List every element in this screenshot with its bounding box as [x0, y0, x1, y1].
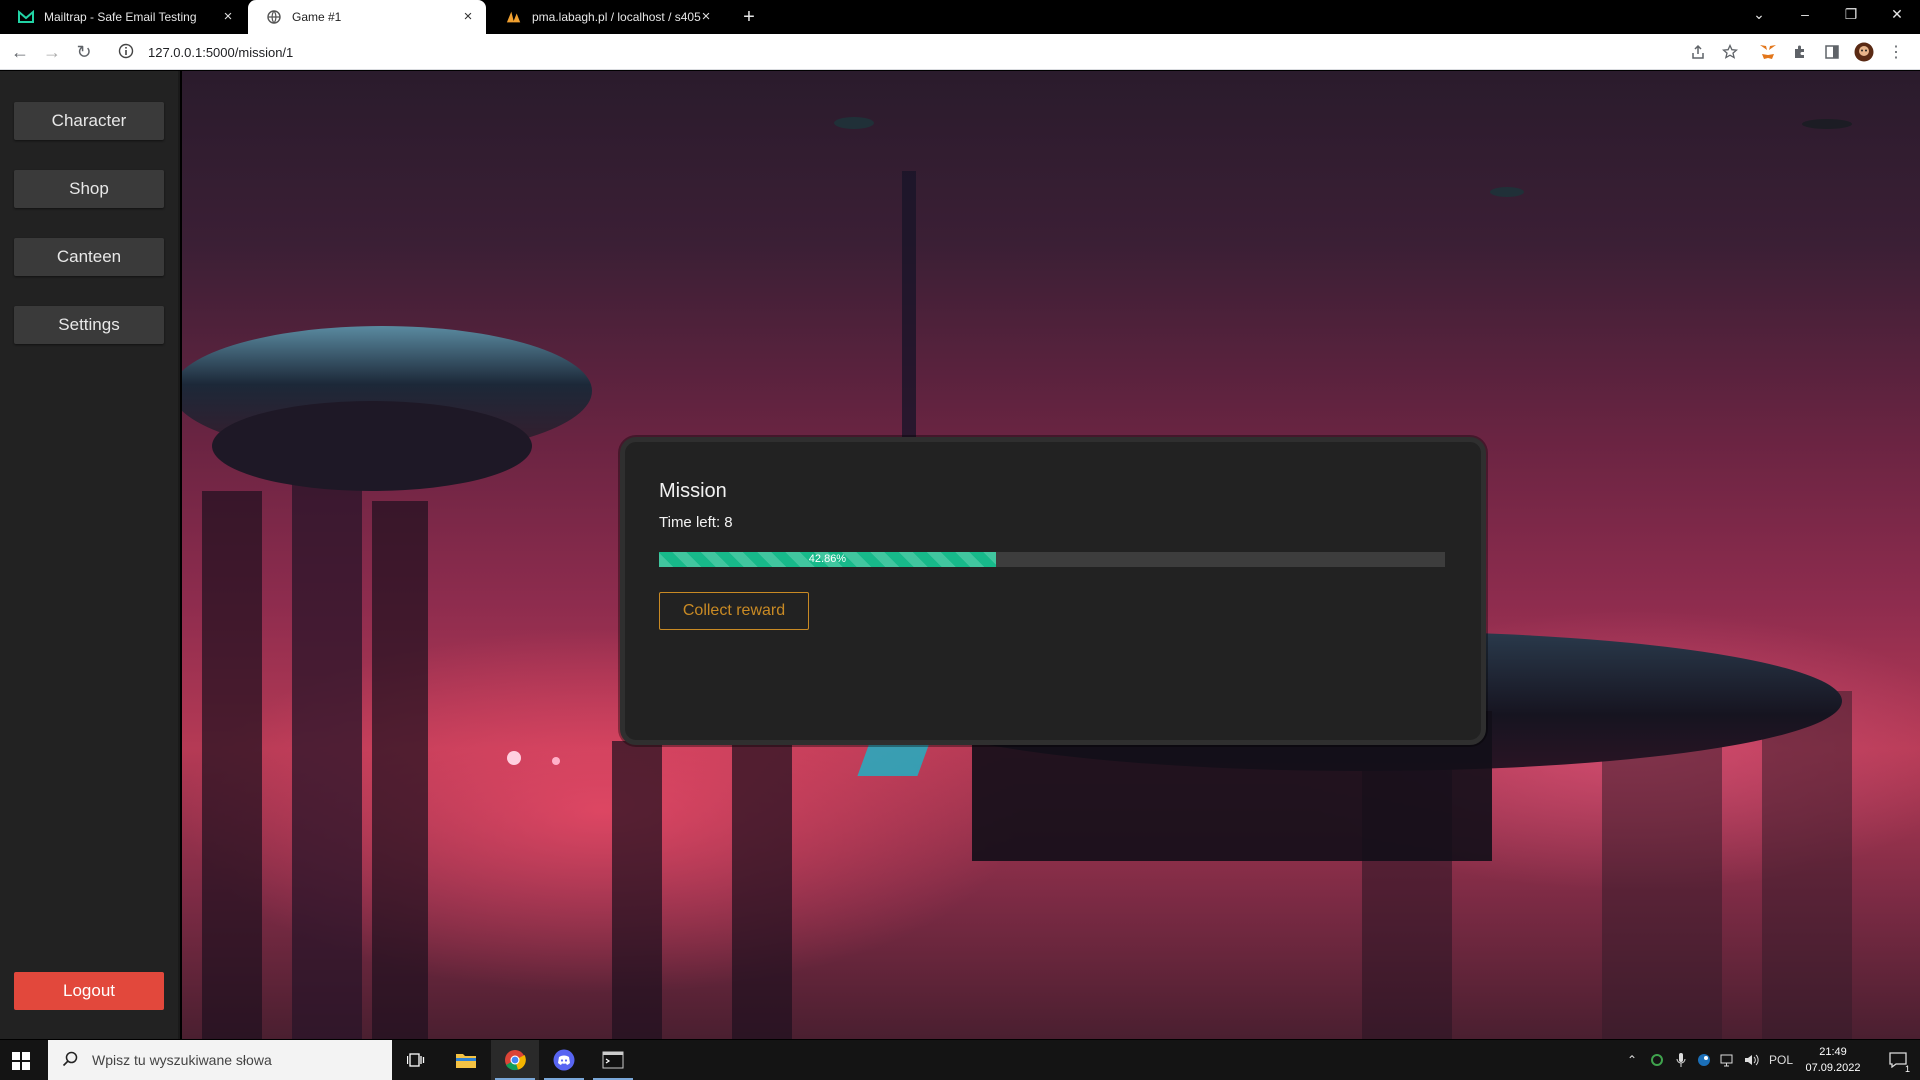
taskbar-clock[interactable]: 21:49 07.09.2022 [1790, 1044, 1876, 1076]
tab-title: Game #1 [292, 10, 342, 24]
tab-phpmyadmin[interactable]: pma.labagh.pl / localhost / s405 × [488, 0, 724, 34]
notification-count: 1 [1904, 1064, 1910, 1074]
back-icon[interactable]: ← [8, 40, 32, 64]
progress-percent-text: 42.86% [808, 553, 847, 565]
chevron-up-icon[interactable]: ⌃ [1620, 1040, 1644, 1080]
close-icon[interactable]: × [698, 9, 714, 25]
notifications-icon[interactable]: 1 [1878, 1040, 1918, 1080]
network-icon[interactable] [1716, 1040, 1740, 1080]
browser-tab-strip: Mailtrap - Safe Email Testing × Game #1 … [0, 0, 1920, 34]
side-panel-icon[interactable] [1822, 42, 1842, 62]
sidebar-item-settings[interactable]: Settings [14, 306, 164, 344]
more-menu-icon[interactable]: ⋮ [1886, 42, 1906, 62]
tab-mailtrap[interactable]: Mailtrap - Safe Email Testing × [0, 0, 246, 34]
file-explorer-icon[interactable] [442, 1040, 490, 1080]
tab-title: pma.labagh.pl / localhost / s405 [532, 10, 701, 24]
windows-start-icon[interactable] [12, 1052, 30, 1070]
phpmyadmin-icon [506, 9, 522, 25]
microphone-icon[interactable] [1669, 1040, 1693, 1080]
new-tab-button[interactable]: + [738, 6, 760, 28]
site-info-icon[interactable] [118, 43, 136, 61]
chrome-icon[interactable] [491, 1040, 539, 1080]
game-page: Character Shop Canteen Settings Logout M… [0, 71, 1920, 1039]
logout-button[interactable]: Logout [14, 972, 164, 1010]
extensions-icon[interactable] [1790, 42, 1810, 62]
search-icon [62, 1051, 80, 1069]
mission-card: Mission Time left: 8 42.86% Collect rewa… [620, 437, 1486, 745]
reload-icon[interactable]: ↻ [72, 40, 96, 64]
minimize-icon[interactable]: – [1782, 0, 1828, 28]
time-left-text: Time left: 8 [659, 514, 733, 531]
progress-fill: 42.86% [659, 552, 996, 567]
terminal-icon[interactable] [589, 1040, 637, 1080]
mission-progress-bar: 42.86% [659, 552, 1445, 567]
metamask-icon[interactable] [1758, 42, 1778, 62]
search-placeholder: Wpisz tu wyszukiwane słowa [92, 1052, 272, 1068]
forward-icon[interactable]: → [40, 40, 64, 64]
windows-taskbar: Wpisz tu wyszukiwane słowa ⌃ POL 21:49 0… [0, 1040, 1920, 1080]
sidebar-item-canteen[interactable]: Canteen [14, 238, 164, 276]
collect-reward-button[interactable]: Collect reward [659, 592, 809, 630]
clock-time: 21:49 [1819, 1046, 1847, 1058]
mission-title: Mission [659, 480, 727, 502]
close-icon[interactable]: × [460, 9, 476, 25]
close-window-icon[interactable]: ✕ [1874, 0, 1920, 28]
globe-icon [266, 9, 282, 25]
browser-toolbar: ← → ↻ 127.0.0.1:5000/mission/1 ⋮ [0, 34, 1920, 70]
url-text: 127.0.0.1:5000/mission/1 [148, 44, 294, 60]
share-icon[interactable] [1688, 42, 1708, 62]
sidebar-item-shop[interactable]: Shop [14, 170, 164, 208]
mailtrap-icon [18, 9, 34, 25]
chevron-down-icon[interactable]: ⌄ [1736, 0, 1782, 28]
taskbar-search-input[interactable]: Wpisz tu wyszukiwane słowa [48, 1040, 392, 1080]
sidebar: Character Shop Canteen Settings Logout [0, 71, 180, 1039]
sidebar-item-character[interactable]: Character [14, 102, 164, 140]
steam-icon[interactable] [1692, 1040, 1716, 1080]
bookmark-star-icon[interactable] [1720, 42, 1740, 62]
clock-date: 07.09.2022 [1805, 1062, 1861, 1074]
address-bar[interactable]: 127.0.0.1:5000/mission/1 [110, 38, 1690, 66]
tab-game[interactable]: Game #1 × [248, 0, 486, 34]
profile-avatar[interactable] [1854, 42, 1874, 62]
discord-icon[interactable] [540, 1040, 588, 1080]
close-icon[interactable]: × [220, 9, 236, 25]
restore-icon[interactable]: ❐ [1828, 0, 1874, 28]
volume-icon[interactable] [1740, 1040, 1764, 1080]
tab-title: Mailtrap - Safe Email Testing [44, 10, 197, 24]
tray-app-icon[interactable] [1645, 1040, 1669, 1080]
task-view-icon[interactable] [392, 1040, 440, 1080]
